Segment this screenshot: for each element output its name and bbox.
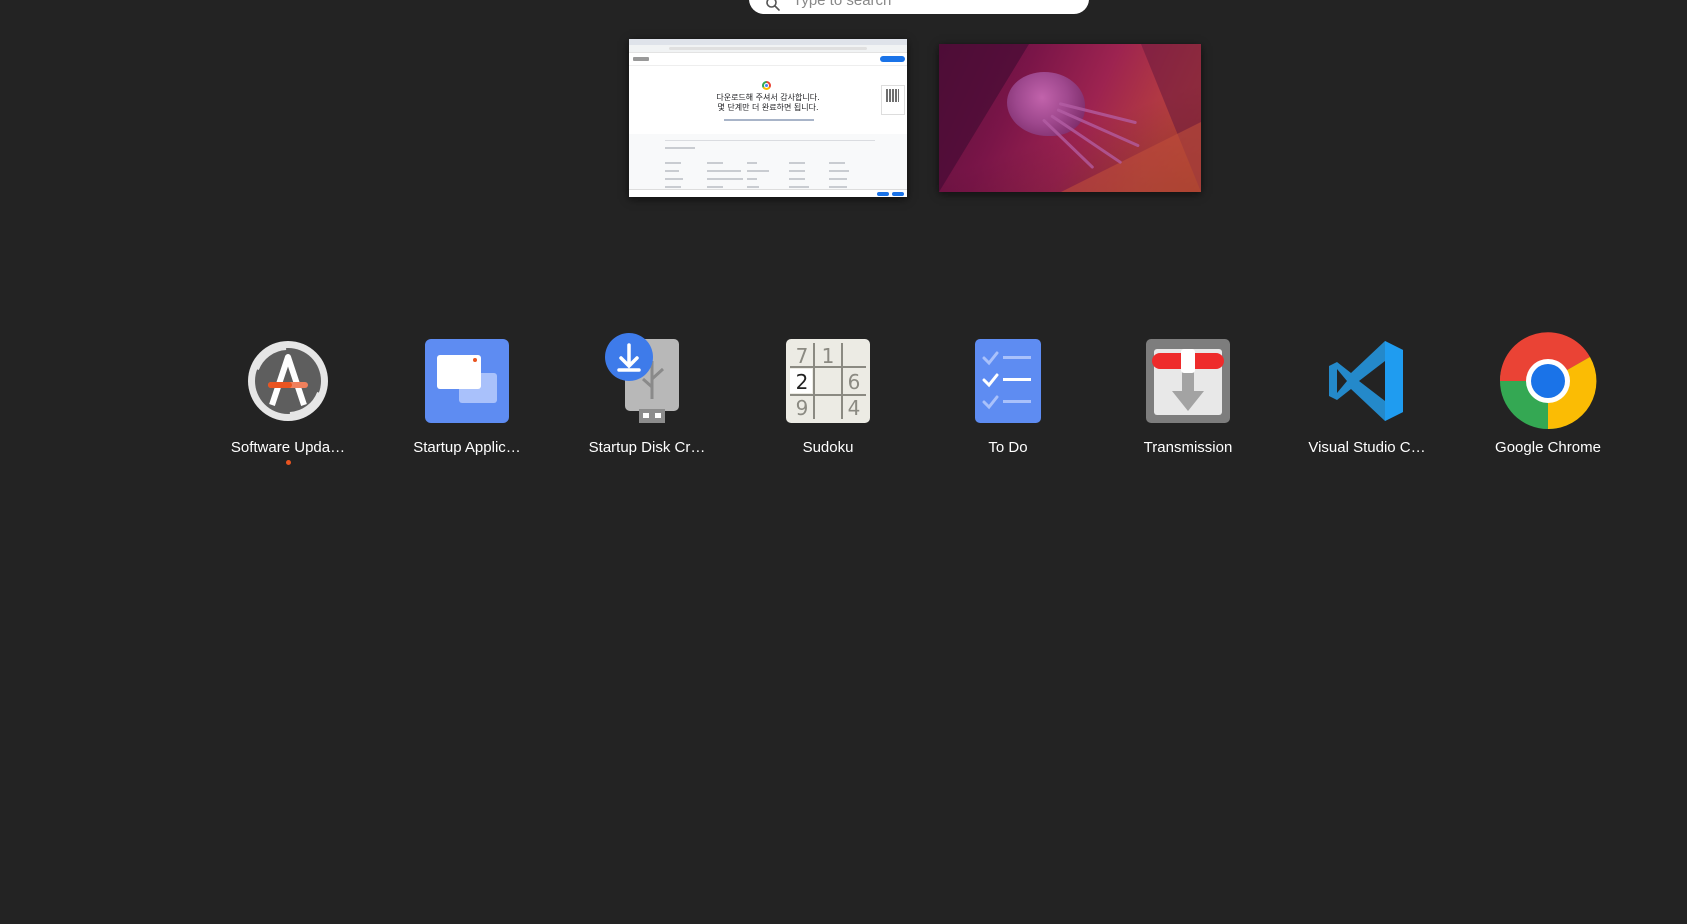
- vscode-icon: [1329, 341, 1403, 421]
- search-bar[interactable]: [749, 0, 1089, 14]
- preview-heading-line2: 몇 단계만 더 완료하면 됩니다.: [717, 103, 819, 112]
- preview-footer: [629, 134, 907, 197]
- app-google-chrome[interactable]: Google Chrome: [1463, 332, 1633, 469]
- app-software-updater[interactable]: Software Upda…: [203, 339, 373, 469]
- app-label: Startup Applic…: [413, 439, 521, 456]
- startup-disk-creator-icon: [605, 333, 679, 423]
- workspace-thumbnail-2[interactable]: [939, 44, 1201, 192]
- app-label: Sudoku: [802, 439, 854, 456]
- sudoku-digit: 7: [796, 344, 809, 368]
- app-transmission[interactable]: Transmission: [1103, 339, 1273, 469]
- app-label: Software Upda…: [230, 439, 346, 456]
- software-updater-icon: [248, 341, 328, 421]
- sudoku-digit: 9: [796, 396, 809, 420]
- wallpaper-jellyfish: [939, 44, 1201, 192]
- app-label: Transmission: [1143, 439, 1233, 456]
- qr-code-icon: [881, 85, 905, 115]
- sudoku-digit: 1: [822, 344, 835, 368]
- search-icon: [766, 0, 780, 11]
- preview-subline: [724, 119, 814, 121]
- app-label: To Do: [988, 439, 1028, 456]
- todo-icon: [975, 339, 1041, 423]
- app-label: Visual Studio C…: [1308, 439, 1426, 456]
- running-indicator: [286, 460, 291, 465]
- app-label: Google Chrome: [1495, 439, 1601, 456]
- search-input[interactable]: [791, 0, 1075, 12]
- workspace-thumbnail-1[interactable]: 다운로드해 주셔서 감사합니다. 몇 단계만 더 완료하면 됩니다.: [629, 39, 907, 197]
- sudoku-digit: 2: [796, 370, 809, 394]
- sudoku-digit: 4: [848, 396, 861, 420]
- startup-applications-icon: [425, 339, 509, 423]
- transmission-icon: [1146, 339, 1230, 423]
- browser-page-nav: [629, 53, 907, 66]
- app-todo[interactable]: To Do: [923, 339, 1093, 469]
- app-label: Startup Disk Cr…: [588, 439, 706, 456]
- sudoku-icon: 7 1 2 6 9 4: [786, 339, 870, 423]
- app-startup-disk-creator[interactable]: Startup Disk Cr…: [562, 333, 732, 469]
- sudoku-digit: 6: [848, 370, 861, 394]
- chrome-icon: [1499, 332, 1597, 430]
- preview-cookie-bar: [629, 189, 907, 197]
- chrome-logo-icon: [762, 81, 771, 90]
- preview-heading-line1: 다운로드해 주셔서 감사합니다.: [716, 93, 820, 102]
- app-sudoku[interactable]: 7 1 2 6 9 4 Sudoku: [743, 339, 913, 469]
- app-startup-applications[interactable]: Startup Applic…: [382, 339, 552, 469]
- app-vscode[interactable]: Visual Studio C…: [1282, 339, 1452, 469]
- browser-addressbar: [629, 45, 907, 53]
